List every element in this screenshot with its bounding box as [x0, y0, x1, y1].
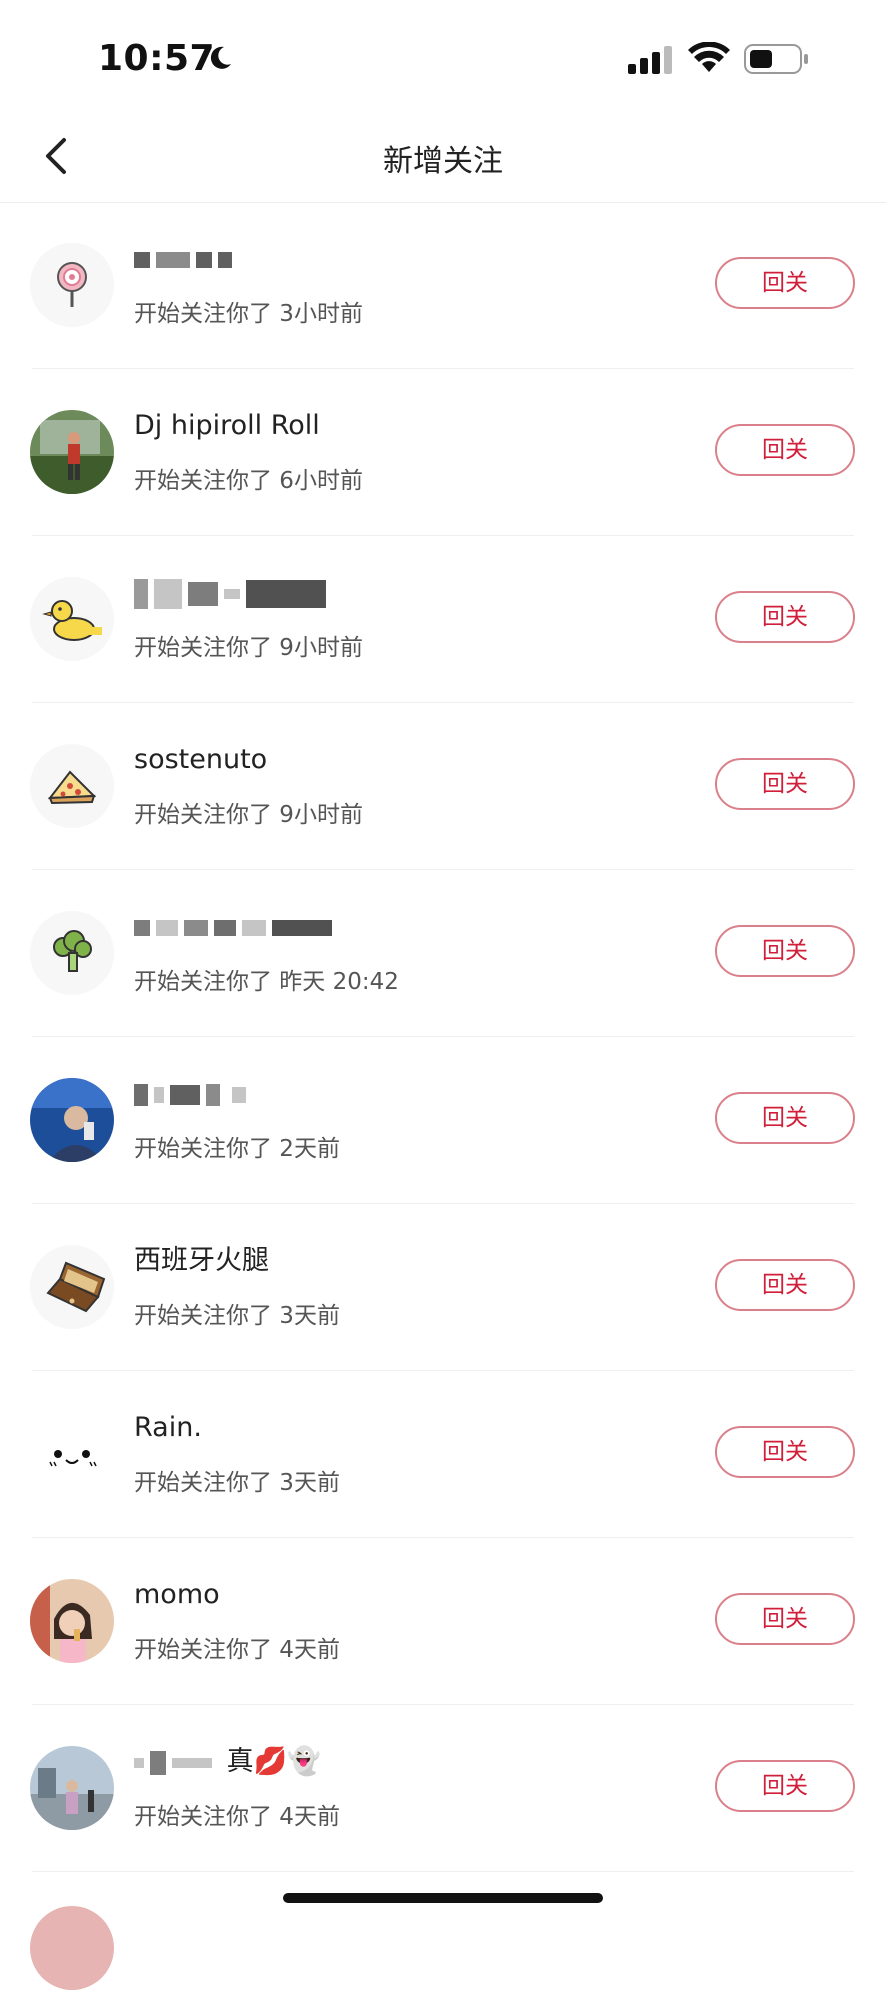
- follower-name: [134, 910, 338, 944]
- follow-time: 开始关注你了 4天前: [134, 1804, 340, 1830]
- pizza-icon: [47, 770, 97, 805]
- avatar[interactable]: [30, 577, 114, 661]
- status-bar: 10:57: [0, 0, 886, 110]
- follow-time: 开始关注你了 昨天 20:42: [134, 969, 399, 995]
- follower-name: Rain.: [134, 1412, 202, 1443]
- avatar[interactable]: [30, 744, 114, 828]
- follower-name: momo: [134, 1579, 220, 1610]
- follow-back-button[interactable]: 回关: [715, 257, 855, 309]
- list-item[interactable]: 开始关注你了 2天前 回关: [0, 1037, 886, 1204]
- duck-icon: [42, 600, 102, 641]
- profile-photo: [30, 1746, 114, 1830]
- follower-name: 西班牙火腿: [134, 1245, 269, 1276]
- list-item[interactable]: Dj hipiroll Roll 开始关注你了 6小时前 回关: [0, 369, 886, 536]
- list-item[interactable]: 西班牙火腿 开始关注你了 3天前 回关: [0, 1204, 886, 1371]
- profile-photo: [30, 410, 114, 494]
- follower-name: [134, 242, 238, 276]
- follower-name: [134, 576, 332, 610]
- list-item[interactable]: 开始关注你了 昨天 20:42 回关: [0, 870, 886, 1037]
- list-item[interactable]: 真💋👻 开始关注你了 4天前 回关: [0, 1705, 886, 1872]
- avatar[interactable]: [30, 410, 114, 494]
- avatar[interactable]: [30, 243, 114, 327]
- nav-bar: 新增关注: [0, 110, 886, 203]
- follow-back-button[interactable]: 回关: [715, 925, 855, 977]
- avatar[interactable]: [30, 911, 114, 995]
- follow-back-button[interactable]: 回关: [715, 1426, 855, 1478]
- signal-icon: [628, 46, 672, 74]
- new-followers-list: 开始关注你了 3小时前 回关 Dj hipiroll Roll 开始关注你了 6…: [0, 202, 886, 1872]
- avatar[interactable]: [30, 1412, 114, 1496]
- follow-back-button[interactable]: 回关: [715, 758, 855, 810]
- profile-photo: [30, 1579, 114, 1663]
- follow-time: 开始关注你了 9小时前: [134, 635, 363, 661]
- list-item[interactable]: sostenuto 开始关注你了 9小时前 回关: [0, 703, 886, 870]
- follow-time: 开始关注你了 4天前: [134, 1637, 340, 1663]
- follower-name: [134, 1077, 252, 1111]
- list-item[interactable]: 开始关注你了 9小时前 回关: [0, 536, 886, 703]
- avatar[interactable]: [30, 1746, 114, 1830]
- status-time: 10:57: [98, 38, 216, 79]
- follow-back-button[interactable]: 回关: [715, 1760, 855, 1812]
- home-indicator: [283, 1893, 603, 1903]
- list-item[interactable]: momo 开始关注你了 4天前 回关: [0, 1538, 886, 1705]
- follower-name: Dj hipiroll Roll: [134, 410, 320, 441]
- follow-back-button[interactable]: 回关: [715, 1259, 855, 1311]
- follow-time: 开始关注你了 3天前: [134, 1303, 340, 1329]
- avatar[interactable]: [30, 1579, 114, 1663]
- list-item[interactable]: Rain. 开始关注你了 3天前 回关: [0, 1371, 886, 1538]
- divider: [32, 1871, 854, 1872]
- avatar[interactable]: [30, 1906, 114, 1990]
- page-title: 新增关注: [383, 144, 503, 179]
- follow-back-button[interactable]: 回关: [715, 424, 855, 476]
- follower-name: sostenuto: [134, 744, 268, 775]
- broccoli-icon: [53, 930, 92, 972]
- follower-name: 真💋👻: [134, 1745, 321, 1779]
- follow-time: 开始关注你了 2天前: [134, 1136, 340, 1162]
- avatar[interactable]: [30, 1245, 114, 1329]
- profile-photo: [30, 1078, 114, 1162]
- cute-face-icon: [49, 1450, 97, 1467]
- follow-back-button[interactable]: 回关: [715, 591, 855, 643]
- wifi-icon: [688, 42, 730, 72]
- follow-back-button[interactable]: 回关: [715, 1092, 855, 1144]
- follow-time: 开始关注你了 3天前: [134, 1470, 340, 1496]
- treasure-box-icon: [46, 1261, 106, 1313]
- follow-time: 开始关注你了 6小时前: [134, 468, 363, 494]
- follow-time: 开始关注你了 3小时前: [134, 301, 363, 327]
- list-item[interactable]: 开始关注你了 3小时前 回关: [0, 202, 886, 369]
- battery-icon: [744, 44, 808, 74]
- follow-time: 开始关注你了 9小时前: [134, 802, 363, 828]
- avatar[interactable]: [30, 1078, 114, 1162]
- lollipop-icon: [57, 262, 87, 307]
- follow-back-button[interactable]: 回关: [715, 1593, 855, 1645]
- moon-icon: [210, 46, 231, 69]
